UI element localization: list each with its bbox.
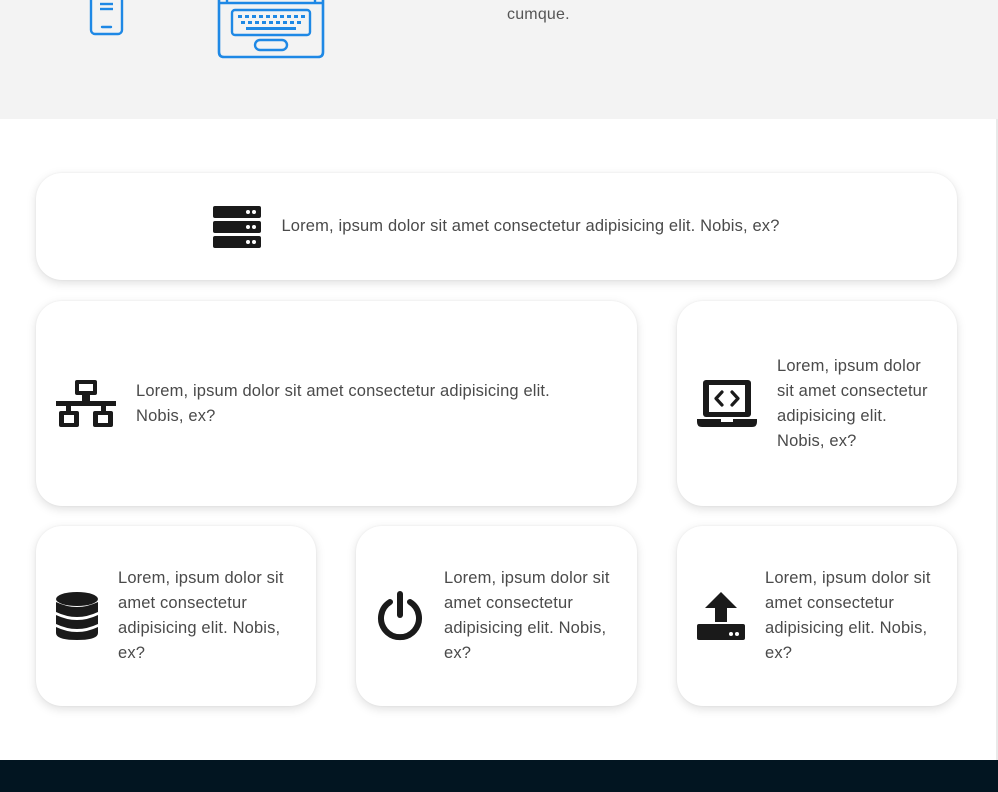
feature-text: Lorem, ipsum dolor sit amet consectetur … <box>777 356 928 450</box>
feature-text: Lorem, ipsum dolor sit amet consectetur … <box>765 569 931 662</box>
feature-card-database: Lorem, ipsum dolor sit amet consectetur … <box>36 526 316 706</box>
feature-card-power: Lorem, ipsum dolor sit amet consectetur … <box>356 526 637 706</box>
network-icon <box>56 379 116 428</box>
hero-text: cumque. <box>507 6 570 23</box>
laptop-outline-icon <box>216 0 326 60</box>
feature-card-server: Lorem, ipsum dolor sit amet consectetur … <box>36 173 957 280</box>
power-icon <box>376 591 424 641</box>
laptop-code-icon <box>697 379 757 428</box>
database-icon <box>56 592 98 640</box>
footer <box>0 760 998 792</box>
feature-text: Lorem, ipsum dolor sit amet consectetur … <box>136 381 550 425</box>
feature-text: Lorem, ipsum dolor sit amet consectetur … <box>281 217 780 235</box>
server-icon <box>213 205 262 248</box>
hero-section: cumque. <box>0 0 998 119</box>
feature-card-laptop-code: Lorem, ipsum dolor sit amet consectetur … <box>677 301 957 506</box>
phone-icon <box>89 0 125 36</box>
feature-card-upload: Lorem, ipsum dolor sit amet consectetur … <box>677 526 957 706</box>
feature-card-network: Lorem, ipsum dolor sit amet consectetur … <box>36 301 637 506</box>
upload-icon <box>697 592 745 640</box>
feature-text: Lorem, ipsum dolor sit amet consectetur … <box>444 569 610 662</box>
feature-text: Lorem, ipsum dolor sit amet consectetur … <box>118 569 284 662</box>
